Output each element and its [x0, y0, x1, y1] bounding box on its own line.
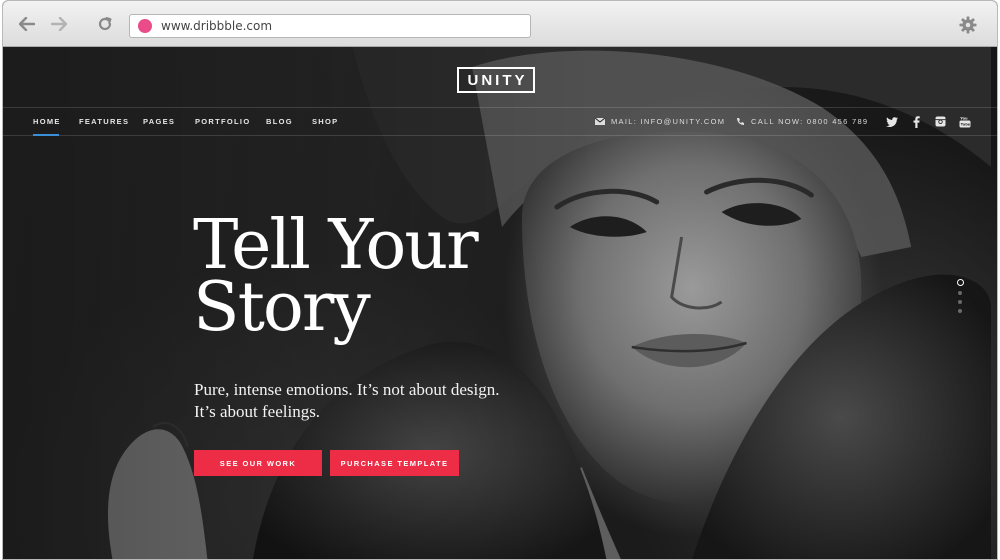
- mail-icon: [595, 118, 605, 125]
- address-bar[interactable]: www.dribbble.com: [129, 14, 531, 38]
- arrow-right-icon: [51, 17, 67, 31]
- arrow-left-icon: [19, 17, 35, 31]
- reload-icon: [98, 17, 112, 31]
- phone-icon: [737, 118, 744, 125]
- facebook-icon: [913, 115, 920, 128]
- contact-mail-text: MAIL: INFO@UNITY.COM: [611, 117, 726, 126]
- hero-headline-line-2: Story: [193, 268, 371, 347]
- slider-pagination: [955, 279, 965, 318]
- contact-phone[interactable]: CALL NOW: 0800 456 789: [736, 117, 868, 126]
- site-logo[interactable]: UNITY: [457, 67, 535, 93]
- instagram-link[interactable]: [934, 115, 947, 128]
- twitter-icon: [885, 116, 898, 127]
- dribbble-favicon-icon: [138, 19, 152, 33]
- forward-button[interactable]: [49, 14, 69, 34]
- twitter-link[interactable]: [885, 115, 898, 128]
- slider-dot-3[interactable]: [958, 300, 962, 304]
- instagram-icon: [935, 116, 946, 127]
- nav-item-home[interactable]: HOME: [33, 117, 61, 126]
- see-our-work-button[interactable]: SEE OUR WORK: [194, 450, 322, 476]
- nav-item-shop[interactable]: SHOP: [312, 117, 338, 126]
- slider-dot-4[interactable]: [958, 309, 962, 313]
- hero-tagline-line-2: It’s about feelings.: [194, 402, 321, 421]
- url-text: www.dribbble.com: [161, 19, 273, 33]
- reload-button[interactable]: [95, 14, 115, 34]
- nav-item-blog[interactable]: BLOG: [266, 117, 293, 126]
- browser-toolbar: www.dribbble.com: [3, 1, 997, 47]
- slider-dot-1[interactable]: [956, 279, 964, 286]
- gear-icon: [959, 16, 977, 34]
- svg-text:Tube: Tube: [960, 122, 970, 126]
- nav-item-pages[interactable]: PAGES: [143, 117, 175, 126]
- nav-item-portfolio[interactable]: PORTFOLIO: [195, 117, 250, 126]
- hero-headline: Tell Your Story: [193, 212, 553, 347]
- site-navbar: HOME FEATURES PAGES PORTFOLIO BLOG SHOP …: [3, 107, 997, 136]
- youtube-link[interactable]: You Tube: [958, 115, 971, 128]
- purchase-template-button[interactable]: PURCHASE TEMPLATE: [330, 450, 459, 476]
- website-hero: UNITY HOME FEATURES PAGES PORTFOLIO BLOG…: [3, 47, 997, 559]
- nav-item-features[interactable]: FEATURES: [79, 117, 129, 126]
- facebook-link[interactable]: [910, 115, 923, 128]
- settings-button[interactable]: [959, 16, 977, 34]
- svg-text:You: You: [959, 116, 968, 120]
- contact-phone-text: CALL NOW: 0800 456 789: [751, 117, 869, 126]
- slider-dot-2[interactable]: [958, 291, 962, 295]
- active-nav-indicator: [33, 134, 59, 136]
- back-button[interactable]: [17, 14, 37, 34]
- hero-tagline: Pure, intense emotions. It’s not about d…: [194, 379, 534, 423]
- browser-window: www.dribbble.com UNITY HOME FEATURES PAG…: [2, 0, 998, 560]
- contact-mail[interactable]: MAIL: INFO@UNITY.COM: [595, 117, 725, 126]
- youtube-icon: You Tube: [959, 116, 970, 127]
- hero-tagline-line-1: Pure, intense emotions. It’s not about d…: [194, 380, 500, 399]
